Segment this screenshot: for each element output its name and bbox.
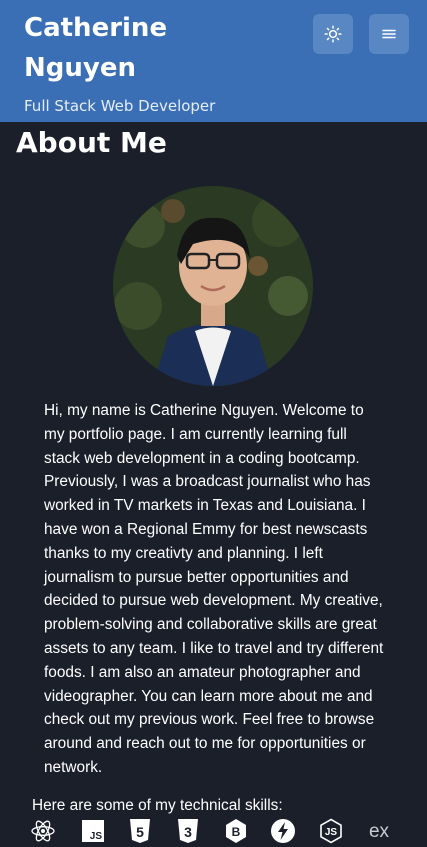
express-icon-label: ex — [369, 821, 390, 842]
skills-icons: JS 5 3 B JS ex — [30, 818, 400, 844]
lightning-icon — [270, 818, 296, 844]
site-title[interactable]: Catherine Nguyen — [24, 8, 284, 88]
sun-icon — [324, 25, 342, 43]
site-title-last-name[interactable]: Nguyen — [24, 48, 284, 88]
javascript-icon: JS — [80, 818, 106, 844]
hamburger-menu-icon — [382, 29, 396, 39]
css3-icon-label: 3 — [184, 824, 192, 840]
site-title-first-name[interactable]: Catherine — [24, 8, 284, 48]
bootstrap-icon: B — [223, 818, 249, 844]
nodejs-icon-label: JS — [325, 827, 338, 838]
site-header: Catherine Nguyen Full Stack Web Develope… — [0, 0, 427, 122]
profile-photo — [113, 186, 313, 386]
section-title: About Me — [16, 126, 167, 159]
menu-toggle-button[interactable] — [369, 14, 409, 54]
about-bio: Hi, my name is Catherine Nguyen. Welcome… — [44, 402, 384, 776]
nodejs-icon: JS — [318, 818, 344, 844]
html5-icon-label: 5 — [136, 824, 144, 840]
bootstrap-icon-label: B — [232, 825, 241, 839]
html5-icon: 5 — [127, 818, 153, 844]
site-subtitle: Full Stack Web Developer — [24, 97, 216, 115]
theme-toggle-button[interactable] — [313, 14, 353, 54]
react-icon — [30, 818, 56, 844]
javascript-icon-label: JS — [90, 831, 103, 842]
skills-intro: Here are some of my technical skills: — [32, 797, 283, 814]
css3-icon: 3 — [175, 818, 201, 844]
express-icon: ex — [364, 818, 394, 844]
